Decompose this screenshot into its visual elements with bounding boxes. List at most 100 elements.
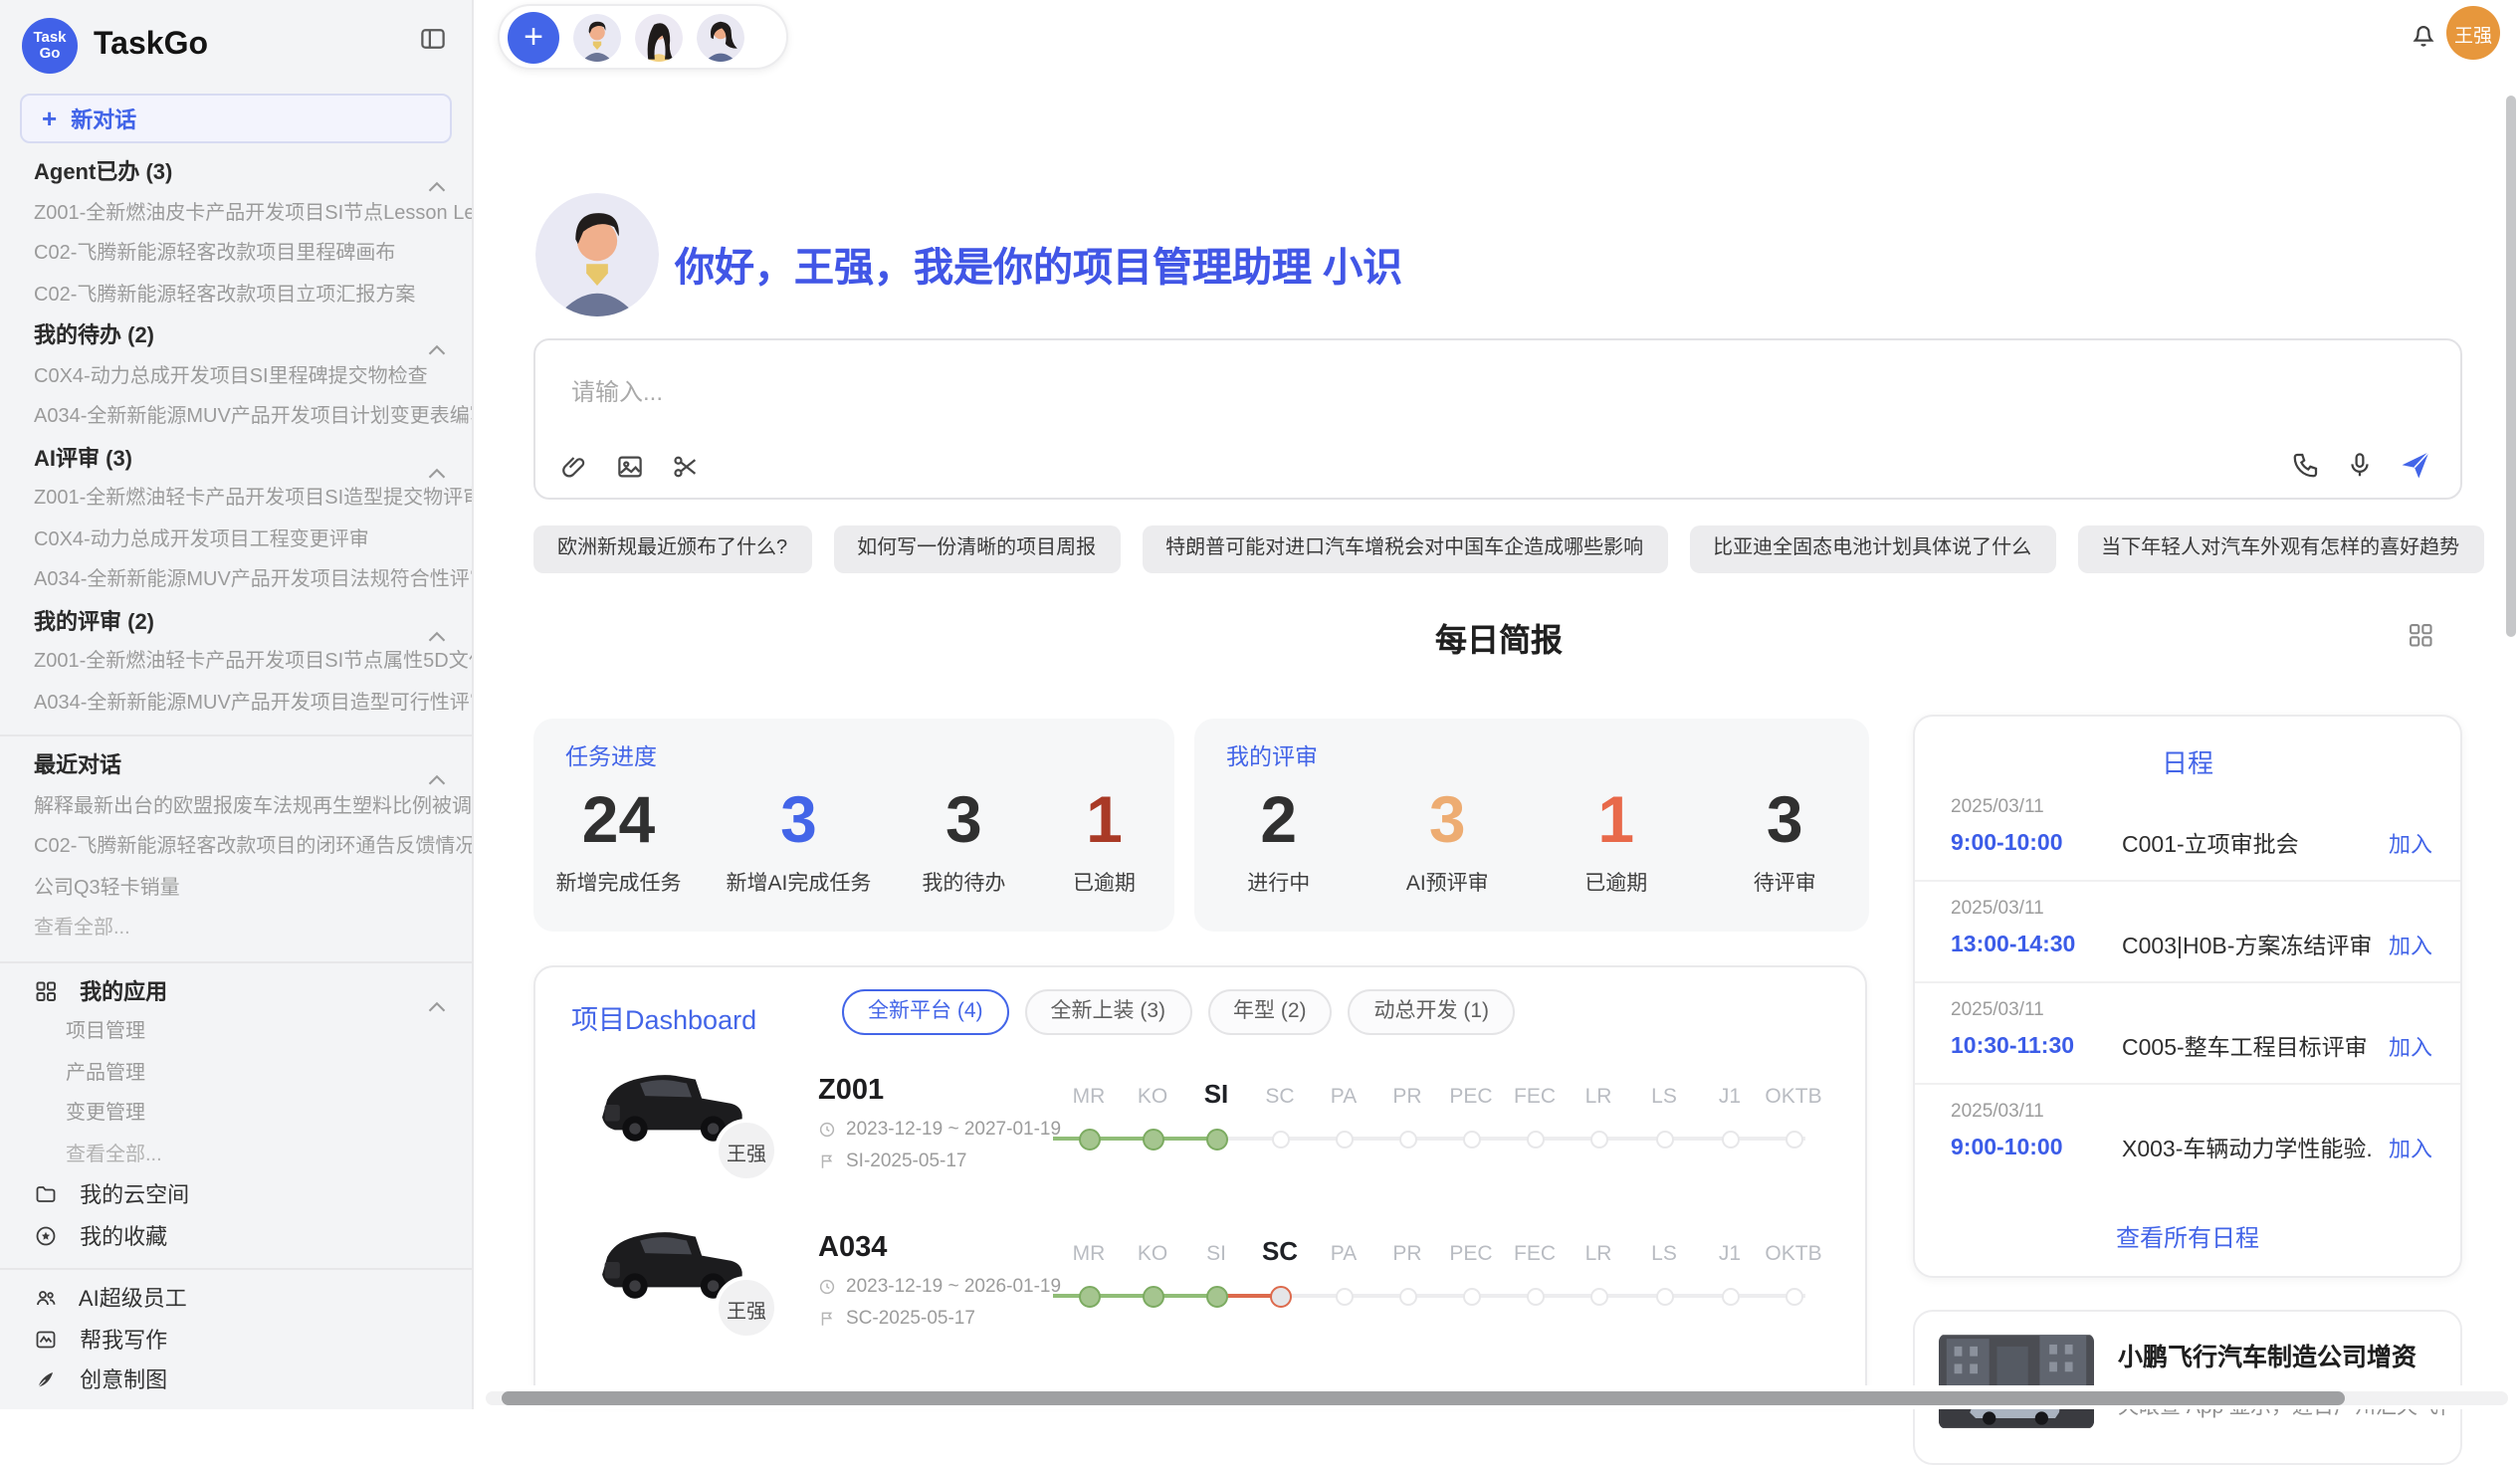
image-icon[interactable]	[615, 452, 645, 482]
section-agent-done[interactable]: Agent已办 (3)	[0, 153, 472, 194]
join-button[interactable]: 加入	[2389, 1031, 2432, 1063]
view-all-schedule-link[interactable]: 查看所有日程	[1915, 1220, 2460, 1254]
panel-toggle-icon[interactable]	[418, 24, 448, 64]
section-my-todo[interactable]: 我的待办 (2)	[0, 316, 472, 357]
chat-input[interactable]	[567, 376, 1571, 408]
schedule-date: 2025/03/11	[1951, 898, 2432, 920]
card-title: 我的评审	[1226, 740, 1318, 772]
paperclip-icon[interactable]	[559, 452, 589, 482]
list-item[interactable]: 解释最新出台的欧盟报废车法规再生塑料比例被调至15%...	[0, 787, 472, 828]
section-recent-chats[interactable]: 最近对话	[0, 746, 472, 787]
schedule-date: 2025/03/11	[1951, 796, 2432, 818]
list-item[interactable]: Z001-全新燃油皮卡产品开发项目SI节点Lesson Learn报告	[0, 194, 472, 235]
join-button[interactable]: 加入	[2389, 930, 2432, 961]
list-item[interactable]: C0X4-动力总成开发项目工程变更评审	[0, 521, 472, 561]
dashboard-tabs: 全新平台 (4) 全新上装 (3) 年型 (2) 动总开发 (1)	[842, 989, 1515, 1035]
mic-icon[interactable]	[2345, 450, 2375, 480]
suggestion-chip[interactable]: 当下年轻人对汽车外观有怎样的喜好趋势	[2077, 525, 2483, 573]
milestone-dot	[1462, 1130, 1480, 1148]
people-icon	[34, 1284, 58, 1321]
milestone-dot	[1335, 1287, 1353, 1305]
section-my-apps[interactable]: 我的应用	[0, 972, 472, 1013]
composer-right-icons	[2291, 448, 2432, 482]
sidebar-item-ai-super-staff[interactable]: AI超级员工	[0, 1280, 472, 1321]
composer-left-icons	[559, 452, 701, 482]
new-chat-button[interactable]: + 新对话	[20, 94, 452, 143]
list-item[interactable]: C02-飞腾新能源轻客改款项目里程碑画布	[0, 235, 472, 276]
sidebar-item-project-mgmt[interactable]: 项目管理	[0, 1013, 472, 1054]
suggestion-chip[interactable]: 特朗普可能对进口汽车增税会对中国车企造成哪些影响	[1142, 525, 1667, 573]
milestone-dot	[1655, 1287, 1673, 1305]
milestone-dot-done	[1142, 1285, 1163, 1307]
owner-badge: 王强	[715, 1119, 778, 1182]
schedule-meeting-title: C005-整车工程目标评审	[2122, 1031, 2373, 1063]
list-item[interactable]: 公司Q3轻卡销量	[0, 869, 472, 910]
list-item[interactable]: C02-飞腾新能源轻客改款项目立项汇报方案	[0, 276, 472, 316]
divider	[0, 734, 472, 736]
list-item[interactable]: Z001-全新燃油轻卡产品开发项目SI节点属性5D文件评审	[0, 643, 472, 684]
stat-new-done: 24 新增完成任务	[556, 782, 682, 898]
avatar[interactable]	[635, 13, 683, 61]
section-ai-review[interactable]: AI评审 (3)	[0, 439, 472, 480]
add-conversation-button[interactable]: +	[508, 11, 559, 63]
grid-icon[interactable]	[2407, 621, 2434, 659]
sidebar-item-favorites[interactable]: 我的收藏	[0, 1217, 472, 1258]
scrollbar-thumb[interactable]	[502, 1391, 2345, 1405]
phone-icon[interactable]	[2291, 450, 2321, 480]
suggestion-chip[interactable]: 欧洲新规最近颁布了什么?	[533, 525, 811, 573]
task-progress-card: 任务进度 24 新增完成任务 3 新增AI完成任务 3 我的待办 1 已逾期	[533, 719, 1174, 932]
project-row[interactable]: 王强 A034 2023-12-19 ~ 2026-01-19 SC-2025-…	[535, 1212, 1867, 1369]
tab-powertrain[interactable]: 动总开发 (1)	[1349, 989, 1516, 1035]
app-logo: Task Go	[22, 18, 78, 74]
flag-icon	[818, 1310, 836, 1328]
user-avatar[interactable]: 王强	[2446, 6, 2500, 60]
project-dates: 2023-12-19 ~ 2027-01-19	[818, 1119, 1061, 1141]
card-title: 任务进度	[565, 740, 657, 772]
avatar[interactable]	[573, 13, 621, 61]
chevron-up-icon	[428, 616, 446, 643]
suggestion-chips: 欧洲新规最近颁布了什么? 如何写一份清晰的项目周报 特朗普可能对进口汽车增税会对…	[533, 525, 2483, 573]
tab-new-platform[interactable]: 全新平台 (4)	[842, 989, 1009, 1035]
bell-icon[interactable]	[2409, 20, 2438, 60]
join-button[interactable]: 加入	[2389, 1133, 2432, 1164]
view-all-recent[interactable]: 查看全部...	[0, 910, 472, 950]
suggestion-chip[interactable]: 如何写一份清晰的项目周报	[833, 525, 1120, 573]
schedule-item: 2025/03/11 9:00-10:00 C001-立项审批会 加入	[1915, 780, 2460, 880]
list-item[interactable]: A034-全新新能源MUV产品开发项目造型可行性评审	[0, 684, 472, 725]
scissors-icon[interactable]	[671, 452, 701, 482]
list-item[interactable]: C02-飞腾新能源轻客改款项目的闭环通告反馈情况	[0, 828, 472, 869]
send-icon[interactable]	[2399, 448, 2432, 482]
tab-model-year[interactable]: 年型 (2)	[1207, 989, 1333, 1035]
milestone-dot	[1398, 1287, 1416, 1305]
project-flag-date: SC-2025-05-17	[818, 1308, 975, 1330]
vertical-scrollbar-thumb[interactable]	[2506, 96, 2516, 637]
section-my-review[interactable]: 我的评审 (2)	[0, 602, 472, 643]
sidebar-item-creative-drawing[interactable]: 创意制图	[0, 1361, 472, 1402]
milestone-dot	[1335, 1130, 1353, 1148]
avatar[interactable]	[697, 13, 744, 61]
chevron-up-icon	[428, 330, 446, 357]
sidebar-item-product-mgmt[interactable]: 产品管理	[0, 1054, 472, 1095]
list-item[interactable]: Z001-全新燃油轻卡产品开发项目SI造型提交物评审	[0, 480, 472, 521]
list-item[interactable]: A034-全新新能源MUV产品开发项目计划变更表编写	[0, 398, 472, 439]
star-badge-icon	[34, 1221, 58, 1258]
dashboard-title: 项目Dashboard	[571, 997, 756, 1037]
milestone-dot	[1655, 1130, 1673, 1148]
sidebar-item-help-me-write[interactable]: 帮我写作	[0, 1321, 472, 1361]
schedule-time: 13:00-14:30	[1951, 934, 2122, 957]
project-row[interactable]: 王强 Z001 2023-12-19 ~ 2027-01-19 SI-2025-…	[535, 1055, 1867, 1212]
stat-overdue: 1 已逾期	[1056, 782, 1152, 898]
chevron-up-icon	[428, 760, 446, 787]
sidebar-item-change-mgmt[interactable]: 变更管理	[0, 1095, 472, 1136]
list-item[interactable]: A034-全新新能源MUV产品开发项目法规符合性评审	[0, 561, 472, 602]
join-button[interactable]: 加入	[2389, 828, 2432, 860]
tab-new-body[interactable]: 全新上装 (3)	[1025, 989, 1192, 1035]
sidebar-item-cloud-space[interactable]: 我的云空间	[0, 1176, 472, 1217]
stat-ai-prereview: 3 AI预评审	[1399, 782, 1495, 898]
divider	[0, 960, 472, 962]
view-all-apps[interactable]: 查看全部...	[0, 1136, 472, 1176]
chevron-up-icon	[428, 453, 446, 480]
suggestion-chip[interactable]: 比亚迪全固态电池计划具体说了什么	[1689, 525, 2055, 573]
list-item[interactable]: C0X4-动力总成开发项目SI里程碑提交物检查	[0, 357, 472, 398]
milestone-dot	[1526, 1287, 1544, 1305]
